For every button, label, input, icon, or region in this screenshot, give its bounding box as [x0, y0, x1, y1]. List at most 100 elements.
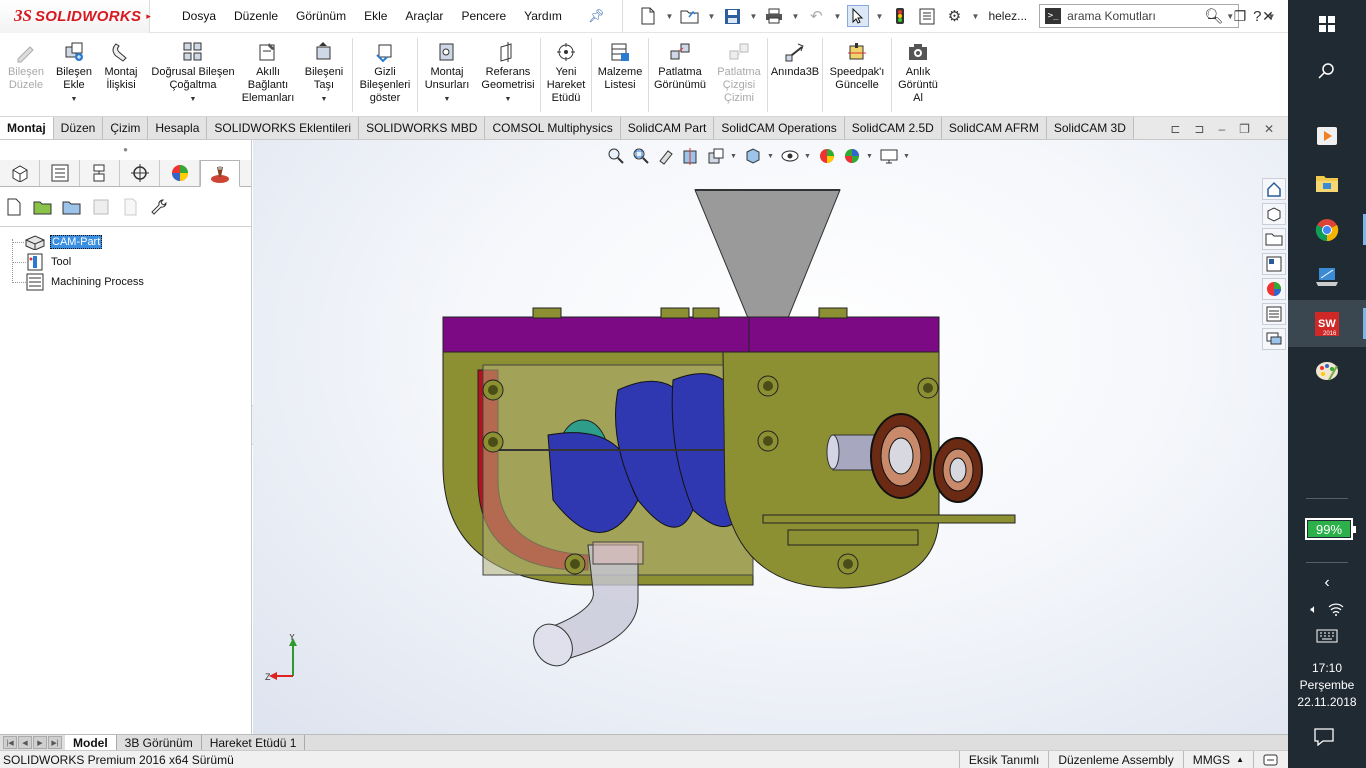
tab-solidcam-operations[interactable]: SolidCAM Operations [714, 117, 845, 139]
tree-item-machining-process[interactable]: Machining Process [8, 272, 251, 292]
view-palette-icon[interactable] [1262, 253, 1286, 275]
solidworks-logo-button[interactable]: 3S SOLIDWORKS ▸ [0, 0, 151, 33]
doc-close-button[interactable]: ✕ [1264, 122, 1274, 136]
chevron-down-icon[interactable]: ▼ [706, 5, 716, 27]
chevron-down-icon[interactable]: ▼ [866, 153, 874, 160]
chevron-down-icon[interactable]: ▼ [505, 93, 512, 106]
select-cursor-icon[interactable] [847, 5, 870, 27]
taskbar-chrome[interactable] [1288, 206, 1366, 253]
chevron-down-icon[interactable]: ▼ [832, 5, 842, 27]
options-gear-icon[interactable]: ⚙ [943, 5, 965, 27]
mate-button[interactable]: Montaj İlişkisi [96, 33, 146, 92]
tab-solidcam-part[interactable]: SolidCAM Part [620, 117, 715, 139]
chevron-down-icon[interactable]: ▼ [664, 5, 674, 27]
instant3d-button[interactable]: Anında3B [768, 33, 822, 79]
undo-icon[interactable]: ↶ [805, 5, 827, 27]
units-selector[interactable]: MMGS ▲ [1182, 750, 1253, 768]
move-component-button[interactable]: Bileşeni Taşı ▼ [296, 33, 352, 106]
forum-icon[interactable] [1262, 328, 1286, 350]
chevron-down-icon[interactable]: ▼ [970, 5, 980, 27]
insert-component-button[interactable]: Bileşen Ekle ▼ [52, 33, 96, 106]
chevron-down-icon[interactable]: ▼ [903, 153, 911, 160]
show-hidden-icons-chevron-icon[interactable]: ‹ [1324, 574, 1329, 592]
tab-solidcam-3d[interactable]: SolidCAM 3D [1046, 117, 1134, 139]
chevron-down-icon[interactable]: ▼ [190, 93, 197, 106]
chevron-down-icon[interactable]: ▼ [71, 93, 78, 106]
doc-restore-button[interactable]: ❐ [1239, 122, 1250, 136]
user-account[interactable]: helez... [988, 9, 1027, 23]
graphics-viewport[interactable]: ▼ ▼ ▼ ▼ ▼ Y Z [253, 140, 1288, 734]
action-center-icon[interactable] [1314, 728, 1334, 749]
restore-button[interactable]: ❐ [1226, 8, 1254, 25]
new-motion-study-button[interactable]: Yeni Hareket Etüdü [541, 33, 591, 105]
configuration-manager-tab[interactable] [80, 160, 120, 186]
linear-component-pattern-button[interactable]: Doğrusal Bileşen Çoğaltma ▼ [146, 33, 240, 106]
assembly-features-button[interactable]: Montaj Unsurları ▼ [418, 33, 476, 106]
prev-tab-icon[interactable]: ◀ [18, 736, 32, 749]
tile-left-icon[interactable]: ⊏ [1170, 122, 1180, 136]
doc-minimize-button[interactable]: – [1218, 122, 1225, 136]
tab-model[interactable]: Model [65, 735, 117, 750]
tab-evaluate[interactable]: Hesapla [148, 117, 208, 139]
menu-help[interactable]: Yardım [524, 9, 562, 23]
menu-insert[interactable]: Ekle [364, 9, 387, 23]
tree-item-tool[interactable]: Tool [8, 252, 251, 272]
taskbar-paint[interactable] [1288, 347, 1366, 394]
minimize-button[interactable]: – [1198, 9, 1226, 25]
menu-tools[interactable]: Araçlar [405, 9, 443, 23]
taskbar-media-player[interactable] [1288, 112, 1366, 159]
pin-icon[interactable]: 📌︎ [588, 8, 605, 24]
previous-view-icon[interactable] [655, 146, 676, 166]
chevron-down-icon[interactable]: ▼ [874, 5, 884, 27]
save-icon[interactable] [91, 197, 111, 217]
menu-view[interactable]: Görünüm [296, 9, 346, 23]
keyboard-icon[interactable] [1316, 629, 1338, 646]
battery-indicator[interactable]: 99% [1305, 518, 1356, 540]
file-properties-icon[interactable] [916, 5, 938, 27]
menu-window[interactable]: Pencere [461, 9, 506, 23]
panel-grip[interactable]: ● [0, 140, 251, 160]
section-view-icon[interactable] [680, 146, 701, 166]
chevron-down-icon[interactable]: ▼ [748, 5, 758, 27]
tab-layout[interactable]: Düzen [53, 117, 104, 139]
tab-assembly[interactable]: Montaj [0, 117, 54, 139]
bill-of-materials-button[interactable]: Malzeme Listesi [592, 33, 648, 92]
chevron-down-icon[interactable]: ▼ [790, 5, 800, 27]
custom-properties-icon[interactable] [1262, 303, 1286, 325]
reference-geometry-button[interactable]: Referans Geometrisi ▼ [476, 33, 540, 106]
tab-motion-study-1[interactable]: Hareket Etüdü 1 [202, 735, 306, 750]
save-icon[interactable] [721, 5, 743, 27]
print-icon[interactable] [763, 5, 785, 27]
taskbar-search-button[interactable] [1288, 47, 1366, 94]
last-tab-icon[interactable]: ▶| [48, 736, 62, 749]
extruder-assembly-model[interactable] [403, 170, 1023, 670]
menu-edit[interactable]: Düzenle [234, 9, 278, 23]
chevron-down-icon[interactable]: ▼ [321, 93, 328, 106]
home-icon[interactable] [1262, 178, 1286, 200]
show-hidden-components-button[interactable]: Gizli Bileşenleri göster [353, 33, 417, 105]
tile-right-icon[interactable]: ⊐ [1194, 122, 1204, 136]
smart-fasteners-button[interactable]: Akıllı Bağlantı Elemanları [240, 33, 296, 105]
update-speedpak-button[interactable]: Speedpak'ı Güncelle [823, 33, 891, 92]
hide-show-items-icon[interactable] [779, 146, 800, 166]
edit-appearance-icon[interactable] [816, 146, 837, 166]
rebuild-traffic-light-icon[interactable] [889, 5, 911, 27]
menu-file[interactable]: Dosya [182, 9, 216, 23]
close-button[interactable]: ✕ [1254, 8, 1282, 25]
property-manager-tab[interactable] [40, 160, 80, 186]
taskbar-file-explorer[interactable] [1288, 159, 1366, 206]
zoom-to-area-icon[interactable] [630, 146, 651, 166]
taskbar-solidworks-2016[interactable]: SW 2016 [1288, 300, 1366, 347]
tab-solidcam-afrm[interactable]: SolidCAM AFRM [941, 117, 1047, 139]
rebuild-status-icon[interactable] [1253, 750, 1288, 768]
chevron-down-icon[interactable]: ▼ [767, 153, 775, 160]
next-tab-icon[interactable]: ▶ [33, 736, 47, 749]
tab-3d-views[interactable]: 3B Görünüm [117, 735, 202, 750]
tab-solidcam-25d[interactable]: SolidCAM 2.5D [844, 117, 942, 139]
take-snapshot-button[interactable]: Anlık Görüntü Al [892, 33, 944, 105]
view-settings-icon[interactable] [878, 146, 899, 166]
chevron-down-icon[interactable]: ▼ [804, 153, 812, 160]
display-manager-tab[interactable] [160, 160, 200, 186]
new-document-icon[interactable] [637, 5, 659, 27]
exploded-view-button[interactable]: Patlatma Görünümü [649, 33, 711, 92]
